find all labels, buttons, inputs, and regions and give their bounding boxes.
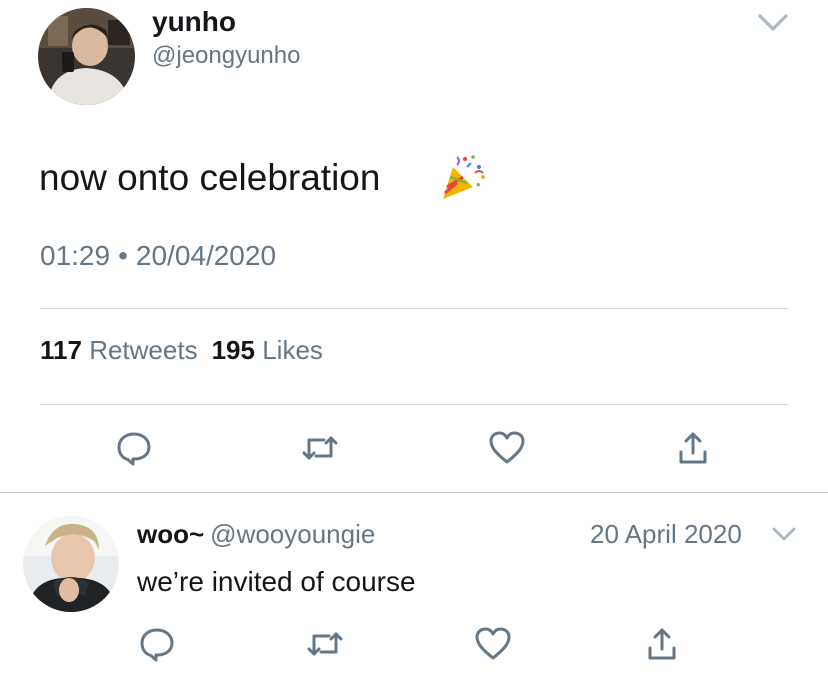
tweet-time: 01:29 [40, 240, 111, 271]
divider [40, 404, 788, 405]
retweets-count: 117 [40, 335, 82, 365]
tweet-timestamp: 01:29 • 20/04/2020 [40, 240, 276, 272]
main-display-name[interactable]: yunho [152, 6, 236, 38]
reply-icon[interactable] [114, 428, 154, 468]
retweet-icon[interactable] [300, 428, 340, 468]
reply-more-chevron-icon[interactable] [770, 524, 798, 544]
reply-display-name[interactable]: woo~ [137, 519, 204, 549]
reply-icon[interactable] [137, 624, 177, 664]
main-tweet-avatar[interactable] [38, 8, 135, 105]
main-handle[interactable]: @jeongyunho [152, 42, 300, 70]
share-icon[interactable] [673, 428, 713, 468]
timestamp-separator: • [118, 240, 128, 271]
likes-label: Likes [262, 335, 323, 365]
reply-text: we’re invited of course [137, 566, 416, 597]
tweet-stats: 117 Retweets 195 Likes [40, 335, 323, 366]
like-icon[interactable] [473, 624, 513, 664]
party-popper-icon [437, 153, 487, 203]
retweets-stat[interactable]: 117 Retweets [40, 335, 198, 365]
tweet-text: now onto celebration [39, 157, 381, 198]
divider [40, 308, 788, 309]
reply-tweet-avatar[interactable] [23, 516, 119, 612]
share-icon[interactable] [642, 624, 682, 664]
retweet-icon[interactable] [305, 624, 345, 664]
likes-stat[interactable]: 195 Likes [212, 335, 323, 365]
like-icon[interactable] [487, 428, 527, 468]
likes-count: 195 [211, 335, 255, 365]
more-options-chevron-icon[interactable] [756, 10, 790, 34]
tweet-date: 20/04/2020 [135, 240, 277, 271]
divider [0, 492, 828, 493]
retweets-label: Retweets [89, 335, 198, 365]
reply-handle[interactable]: @wooyoungie [204, 519, 375, 549]
reply-date: 20 April 2020 [590, 519, 742, 549]
reply-header: woo~ @wooyoungie [137, 519, 375, 550]
